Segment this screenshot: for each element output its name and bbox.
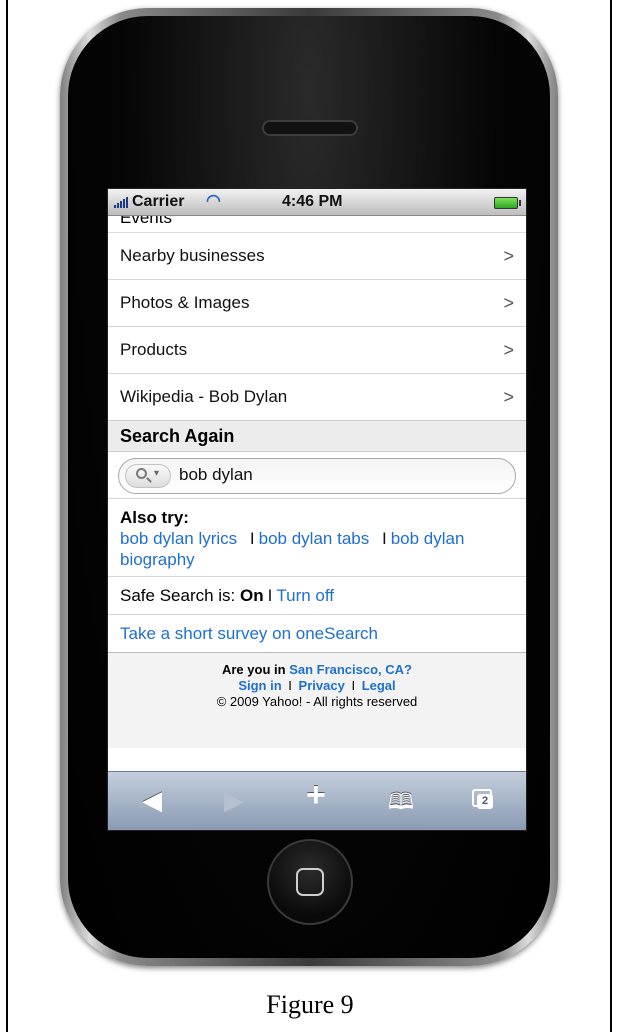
wifi-icon: ◠ bbox=[206, 191, 221, 210]
status-time: 4:46 PM bbox=[282, 193, 343, 210]
list-item-nearby-businesses[interactable]: Nearby businesses > bbox=[108, 233, 526, 280]
survey-link[interactable]: Take a short survey on oneSearch bbox=[120, 624, 378, 644]
separator: I bbox=[249, 529, 255, 548]
separator: I bbox=[267, 585, 273, 605]
device-bezel: Carrier ◠ 4:46 PM Events Nearby business… bbox=[68, 16, 550, 958]
search-input[interactable] bbox=[177, 464, 481, 486]
also-try-heading: Also try: bbox=[120, 508, 189, 527]
search-again-heading: Search Again bbox=[108, 420, 526, 452]
iphone-device: Carrier ◠ 4:46 PM Events Nearby business… bbox=[60, 8, 558, 966]
earpiece-speaker bbox=[262, 120, 358, 136]
list-item-wikipedia[interactable]: Wikipedia - Bob Dylan > bbox=[108, 374, 526, 420]
list-item-photos-images[interactable]: Photos & Images > bbox=[108, 280, 526, 327]
phone-screen: Carrier ◠ 4:46 PM Events Nearby business… bbox=[107, 188, 527, 831]
separator: I bbox=[351, 678, 356, 693]
search-icon bbox=[136, 468, 147, 479]
chevron-right-icon: > bbox=[503, 292, 514, 313]
list-item-label: Nearby businesses bbox=[120, 246, 265, 265]
battery-icon bbox=[494, 197, 521, 209]
also-try-link[interactable]: bob dylan tabs bbox=[259, 529, 370, 548]
safe-search-label: Safe Search is: bbox=[120, 585, 236, 605]
privacy-link[interactable]: Privacy bbox=[299, 678, 345, 693]
separator: I bbox=[381, 529, 387, 548]
safe-search-state: On bbox=[240, 585, 264, 605]
legal-link[interactable]: Legal bbox=[362, 678, 396, 693]
chevron-right-icon: > bbox=[503, 339, 514, 360]
home-square-icon bbox=[296, 868, 324, 896]
signal-bars-icon bbox=[114, 196, 130, 208]
survey-row: Take a short survey on oneSearch bbox=[108, 615, 526, 653]
page-content: Events Nearby businesses > Photos & Imag… bbox=[108, 216, 526, 748]
also-try-section: Also try: bob dylan lyrics Ibob dylan ta… bbox=[108, 499, 526, 577]
plus-icon[interactable]: + bbox=[306, 778, 326, 812]
safari-toolbar: ◀ ▶ + 🕮 2 bbox=[108, 771, 526, 830]
separator: I bbox=[288, 678, 292, 693]
search-field[interactable]: ▾ bbox=[118, 458, 516, 494]
list-item-label: Products bbox=[120, 340, 188, 359]
list-item-label: Photos & Images bbox=[120, 293, 250, 312]
copyright-text: © 2009 Yahoo! - All rights reserved bbox=[216, 694, 418, 709]
bookmarks-icon[interactable]: 🕮 bbox=[388, 788, 414, 816]
back-arrow-icon[interactable]: ◀ bbox=[142, 786, 162, 814]
chevron-right-icon: > bbox=[503, 245, 514, 266]
search-bar: ▾ bbox=[108, 452, 526, 499]
carrier-label: Carrier bbox=[132, 193, 185, 210]
list-item-label: Events bbox=[120, 216, 172, 227]
search-options-button[interactable]: ▾ bbox=[125, 464, 171, 488]
tab-count: 2 bbox=[477, 794, 493, 809]
also-try-link[interactable]: bob dylan lyrics bbox=[120, 529, 237, 548]
chevron-down-icon: ▾ bbox=[154, 468, 160, 479]
turn-off-link[interactable]: Turn off bbox=[276, 586, 334, 606]
status-bar: Carrier ◠ 4:46 PM bbox=[108, 189, 526, 216]
location-prefix: Are you in bbox=[221, 662, 286, 677]
location-link[interactable]: San Francisco, CA? bbox=[289, 662, 412, 677]
sign-in-link[interactable]: Sign in bbox=[238, 678, 281, 693]
list-item-label: Wikipedia - Bob Dylan bbox=[120, 387, 288, 406]
figure-caption: Figure 9 bbox=[266, 990, 354, 1019]
safe-search-row: Safe Search is: On I Turn off bbox=[108, 577, 526, 615]
list-item-cutoff[interactable]: Events bbox=[108, 216, 526, 233]
home-button[interactable] bbox=[267, 839, 353, 925]
chevron-right-icon: > bbox=[503, 386, 514, 407]
page-footer: Are you in San Francisco, CA? Sign in I … bbox=[108, 653, 526, 748]
list-item-products[interactable]: Products > bbox=[108, 327, 526, 374]
forward-arrow-icon[interactable]: ▶ bbox=[224, 786, 244, 814]
tabs-icon[interactable]: 2 bbox=[472, 789, 494, 809]
